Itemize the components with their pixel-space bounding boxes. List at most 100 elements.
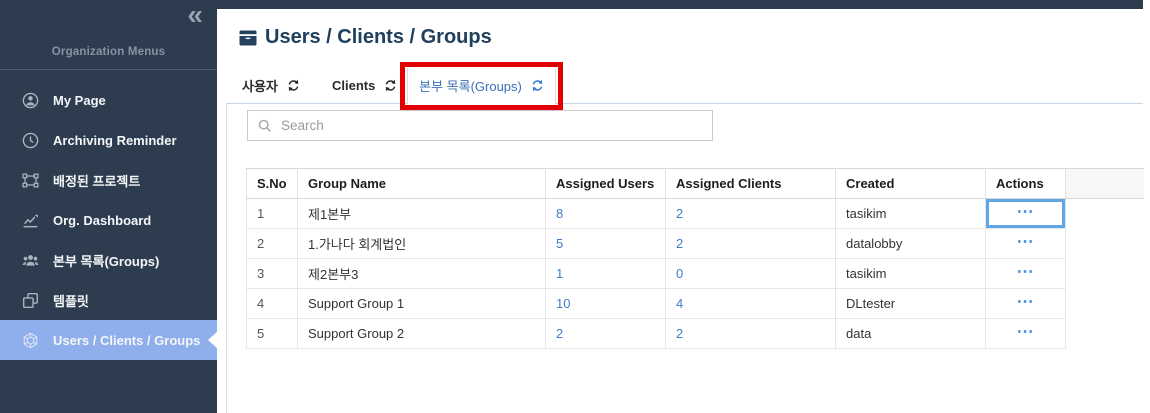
- groups-table: S.NoGroup NameAssigned UsersAssigned Cli…: [246, 168, 1144, 349]
- filler-cell: [1066, 289, 1144, 319]
- column-header: Assigned Clients: [666, 169, 836, 199]
- table-row: 5Support Group 2 2 2 data ⋯: [247, 319, 1144, 349]
- sidebar-item-label: Users / Clients / Groups: [53, 333, 200, 348]
- tab-groups-active[interactable]: 본부 목록(Groups): [407, 66, 556, 104]
- tab-label: 본부 목록(Groups): [419, 76, 522, 95]
- object-group-icon: [22, 172, 39, 189]
- assigned-users-cell: 5: [546, 229, 666, 259]
- sidebar-item-org-dashboard[interactable]: Org. Dashboard: [0, 200, 217, 240]
- column-header: Created: [836, 169, 986, 199]
- tab-users[interactable]: 사용자: [242, 67, 300, 103]
- sidebar-item-label: My Page: [53, 93, 106, 108]
- assigned-users-cell: 8: [546, 199, 666, 229]
- actions-ellipsis-button[interactable]: ⋯: [1017, 203, 1035, 220]
- users-icon: [22, 252, 39, 269]
- sidebar-item-label: 템플릿: [53, 291, 89, 310]
- table-row: 4Support Group 1104DLtester⋯: [247, 289, 1144, 319]
- column-header: Assigned Users: [546, 169, 666, 199]
- table-header-row: S.NoGroup NameAssigned UsersAssigned Cli…: [247, 169, 1144, 199]
- assigned-clients-link[interactable]: 2: [676, 236, 683, 251]
- actions-cell[interactable]: ⋯: [986, 259, 1066, 289]
- column-header-filler: [1066, 169, 1144, 199]
- actions-cell[interactable]: ⋯: [986, 229, 1066, 259]
- sidebar-item-assigned-projects[interactable]: 배정된 프로젝트: [0, 160, 217, 200]
- assigned-clients-link[interactable]: 2: [676, 206, 683, 221]
- group-name-cell: 제1본부: [298, 199, 546, 229]
- search-box[interactable]: [247, 110, 713, 141]
- tab-label: Clients: [332, 78, 375, 93]
- panel-left-border: [226, 103, 227, 413]
- sidebar-item-label: 배정된 프로젝트: [53, 171, 140, 190]
- hexagon-icon: [22, 332, 39, 349]
- sidebar-item-label: Org. Dashboard: [53, 213, 151, 228]
- assigned-users-link[interactable]: 2: [556, 326, 563, 341]
- refresh-icon[interactable]: [531, 79, 544, 92]
- filler-cell: [1066, 199, 1144, 229]
- groups-table-wrap: S.NoGroup NameAssigned UsersAssigned Cli…: [246, 168, 1144, 349]
- assigned-clients-cell: 2: [666, 319, 836, 349]
- sidebar: « Organization Menus My Page 배정된 프로젝트 Ar…: [0, 0, 217, 413]
- column-header: Group Name: [298, 169, 546, 199]
- page-title: Users / Clients / Groups: [265, 26, 492, 49]
- clone-icon: [22, 292, 39, 309]
- search-input[interactable]: [281, 118, 702, 133]
- archive-box-icon: [239, 30, 257, 46]
- assigned-users-link[interactable]: 5: [556, 236, 563, 251]
- sidebar-item-my-page[interactable]: My Page: [0, 80, 217, 120]
- assigned-users-link[interactable]: 1: [556, 266, 563, 281]
- sidebar-item-label: 본부 목록(Groups): [53, 251, 159, 270]
- actions-ellipsis-button[interactable]: ⋯: [1017, 263, 1035, 280]
- created-cell: data: [836, 319, 986, 349]
- table-row: 21.가나다 회계법인52datalobby⋯: [247, 229, 1144, 259]
- refresh-icon[interactable]: [287, 79, 300, 92]
- sno-cell: 5: [247, 319, 298, 349]
- sidebar-item-archiving-reminder[interactable]: 배정된 프로젝트 Archiving Reminder: [0, 120, 217, 160]
- actions-cell[interactable]: ⋯: [986, 199, 1066, 229]
- assigned-users-link[interactable]: 8: [556, 206, 563, 221]
- actions-ellipsis-button[interactable]: ⋯: [1017, 323, 1035, 340]
- table-row: 3제2본부310tasikim⋯: [247, 259, 1144, 289]
- assigned-clients-link[interactable]: 2: [676, 326, 683, 341]
- column-header: S.No: [247, 169, 298, 199]
- sidebar-item-users-clients-groups[interactable]: Users / Clients / Groups: [0, 320, 217, 360]
- table-row: 1제1본부 8 2 tasikim ⋯: [247, 199, 1144, 229]
- assigned-users-cell: 2: [546, 319, 666, 349]
- actions-ellipsis-button[interactable]: ⋯: [1017, 293, 1035, 310]
- assigned-clients-cell: 0: [666, 259, 836, 289]
- assigned-clients-cell: 2: [666, 199, 836, 229]
- chart-line-icon: [22, 212, 39, 229]
- sno-cell: 2: [247, 229, 298, 259]
- group-name-cell: 1.가나다 회계법인: [298, 229, 546, 259]
- actions-ellipsis-button[interactable]: ⋯: [1017, 233, 1035, 250]
- assigned-clients-cell: 2: [666, 229, 836, 259]
- sidebar-divider: [0, 69, 217, 70]
- created-cell: tasikim: [836, 259, 986, 289]
- sno-cell: 4: [247, 289, 298, 319]
- assigned-clients-link[interactable]: 0: [676, 266, 683, 281]
- assigned-clients-cell: 4: [666, 289, 836, 319]
- filler-cell: [1066, 259, 1144, 289]
- sidebar-menu: My Page 배정된 프로젝트 Archiving Reminder 배정된 …: [0, 80, 217, 360]
- sidebar-collapse-icon[interactable]: «: [187, 0, 203, 32]
- group-name-cell: Support Group 2: [298, 319, 546, 349]
- assigned-users-cell: 1: [546, 259, 666, 289]
- search-icon: [258, 119, 272, 133]
- sno-cell: 3: [247, 259, 298, 289]
- group-name-cell: Support Group 1: [298, 289, 546, 319]
- created-cell: tasikim: [836, 199, 986, 229]
- sidebar-section-label: Organization Menus: [0, 46, 217, 58]
- actions-cell[interactable]: ⋯: [986, 289, 1066, 319]
- actions-cell[interactable]: ⋯: [986, 319, 1066, 349]
- sidebar-item-label: Archiving Reminder: [53, 133, 177, 148]
- sidebar-item-templates[interactable]: 템플릿: [0, 280, 217, 320]
- clock-icon: [22, 132, 39, 149]
- filler-cell: [1066, 319, 1144, 349]
- tab-clients[interactable]: Clients: [332, 67, 397, 103]
- assigned-clients-link[interactable]: 4: [676, 296, 683, 311]
- filler-cell: [1066, 229, 1144, 259]
- sno-cell: 1: [247, 199, 298, 229]
- user-circle-icon: [22, 92, 39, 109]
- refresh-icon[interactable]: [384, 79, 397, 92]
- assigned-users-link[interactable]: 10: [556, 296, 570, 311]
- sidebar-item-groups-list[interactable]: 본부 목록(Groups): [0, 240, 217, 280]
